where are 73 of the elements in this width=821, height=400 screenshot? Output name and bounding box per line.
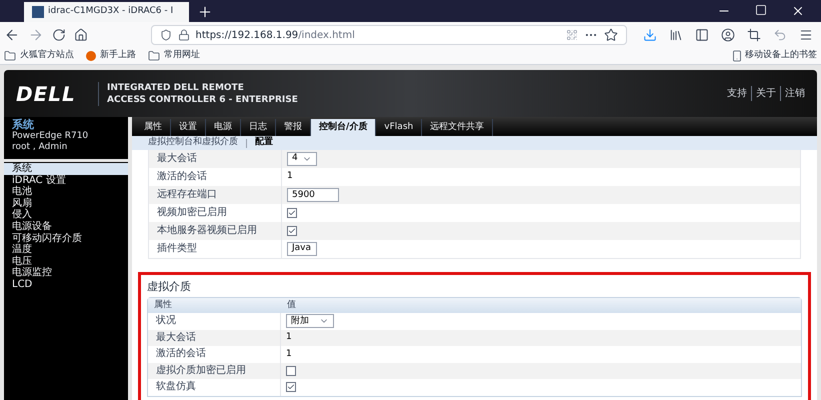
menu-icon[interactable] — [798, 28, 813, 42]
library-icon[interactable] — [668, 28, 683, 42]
property-label: 最大会话 — [156, 332, 196, 343]
new-tab-icon[interactable] — [197, 4, 213, 20]
tree-item[interactable]: 电源设备 — [4, 220, 128, 233]
logo-text: DELL — [16, 80, 77, 108]
dropdown[interactable]: 4 — [287, 152, 317, 166]
bookmark[interactable]: 常用网址 — [148, 49, 200, 63]
favicon-icon — [32, 6, 44, 18]
tree-item[interactable]: 电压 — [4, 256, 128, 268]
dropdown[interactable]: Java — [287, 242, 317, 256]
user-text: root , Admin — [12, 142, 68, 153]
product-title: INTEGRATED DELL REMOTE — [107, 82, 245, 94]
download-icon[interactable] — [642, 28, 657, 42]
property-label: 软盘仿真 — [156, 382, 196, 392]
tree-item[interactable]: LCD — [4, 278, 128, 291]
tree-item[interactable]: 电池 — [4, 186, 128, 198]
crop-icon[interactable] — [746, 28, 761, 42]
value-text: 1 — [286, 348, 292, 360]
browser-tab[interactable]: idrac-C1MGD3X - iDRAC6 - I — [24, 2, 189, 22]
header-link[interactable]: 注销 — [780, 86, 805, 101]
property-label: 远程存在端口 — [157, 190, 217, 200]
property-label: 本地服务器视频已启用 — [157, 226, 257, 236]
close-icon[interactable] — [791, 4, 805, 18]
tree-item[interactable]: iDRAC 设置 — [4, 174, 128, 186]
bookmark[interactable]: 火狐官方站点 — [4, 49, 74, 63]
property-label: 插件类型 — [157, 244, 197, 254]
property-label: 最大会话 — [157, 154, 197, 164]
section-title: 虚拟介质 — [147, 280, 192, 294]
back-icon[interactable] — [4, 27, 20, 43]
value-text: 1 — [287, 170, 293, 184]
bookmark[interactable]: 移动设备上的书签 — [731, 49, 817, 63]
account-icon[interactable] — [720, 28, 735, 42]
column-header: 值 — [287, 298, 296, 312]
phone-icon — [731, 50, 743, 62]
subtab[interactable]: 配置 — [255, 136, 273, 150]
header-link[interactable]: 支持 — [727, 86, 747, 101]
model-text: PowerEdge R710 — [12, 131, 90, 142]
tree-item[interactable]: 风扇 — [4, 198, 128, 210]
shield-icon — [160, 29, 172, 41]
tree-item[interactable]: 侵入 — [4, 209, 128, 221]
product-title: ACCESS CONTROLLER 6 - ENTERPRISE — [107, 94, 298, 106]
tree-item[interactable]: 系统 — [4, 163, 128, 175]
sidebar-icon[interactable] — [694, 28, 709, 42]
dropdown[interactable]: 附加 — [286, 314, 334, 328]
property-label: 状况 — [156, 316, 176, 326]
folder-icon — [148, 50, 160, 62]
checkbox[interactable] — [287, 208, 297, 218]
system-title: 系统 — [12, 118, 35, 131]
tree-item[interactable]: 可移动闪存介质 — [4, 232, 128, 244]
property-label: 视频加密已启用 — [157, 208, 227, 218]
tree-item[interactable]: 电源监控 — [4, 267, 128, 279]
maximize-icon[interactable] — [755, 4, 767, 16]
property-label: 激活的会话 — [157, 172, 207, 182]
reload-icon[interactable] — [52, 28, 66, 42]
tree-item[interactable]: 温度 — [4, 244, 128, 256]
bookmark[interactable]: 新手上路 — [86, 49, 136, 63]
property-label: 虚拟介质加密已启用 — [156, 366, 246, 376]
checkbox[interactable] — [286, 382, 296, 392]
tab[interactable]: 控制台/介质 — [311, 119, 376, 136]
folder-icon — [4, 50, 16, 62]
input-field[interactable]: 5900 — [287, 188, 339, 202]
subtab[interactable]: 虚拟控制台和虚拟介质 — [148, 136, 238, 150]
checkbox[interactable] — [286, 366, 296, 376]
property-label: 激活的会话 — [156, 349, 206, 360]
header-link[interactable]: 关于 — [751, 86, 776, 101]
checkbox[interactable] — [287, 226, 297, 236]
value-text: 1 — [286, 331, 292, 344]
home-icon[interactable] — [74, 28, 88, 42]
lock-icon — [178, 29, 190, 41]
star-icon[interactable] — [604, 28, 618, 42]
address-bar[interactable]: https://192.168.1.99/index.html — [150, 25, 627, 45]
column-header: 属性 — [154, 298, 172, 312]
